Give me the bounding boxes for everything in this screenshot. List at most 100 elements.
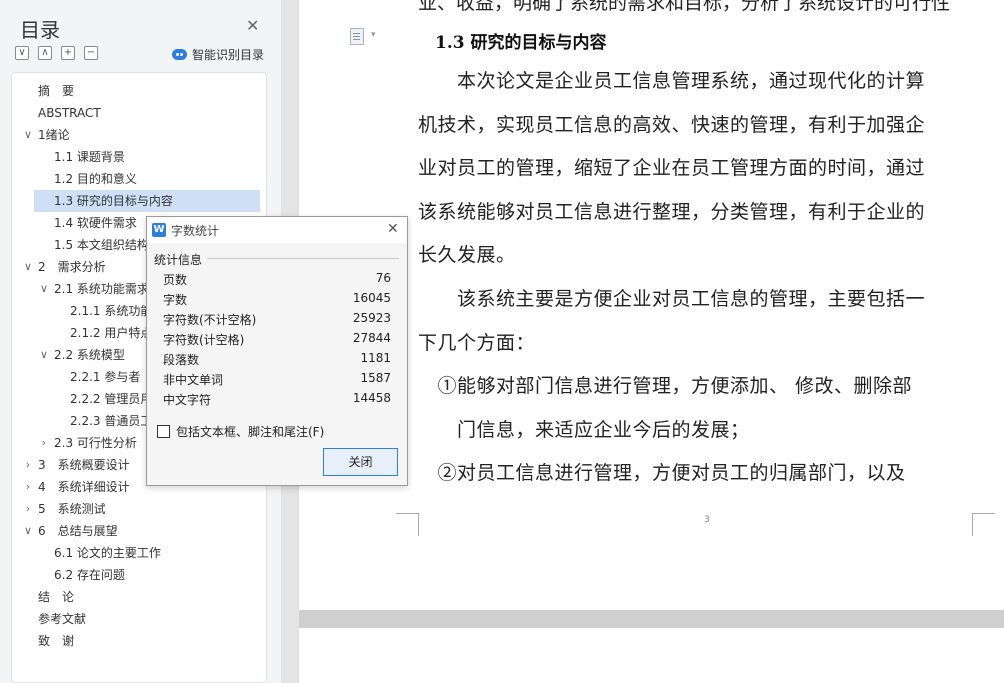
toc-item[interactable]: 致 谢	[12, 630, 266, 652]
stat-row: 中文字符 14458	[163, 391, 391, 411]
toc-item[interactable]: › 5 系统测试	[12, 498, 266, 520]
toc-item-label: 2.1.2 用户特点	[70, 326, 153, 340]
sidebar-title: 目录	[20, 18, 60, 42]
toc-item-label: 2.2.1 参与者	[70, 370, 141, 384]
toc-item[interactable]: 1.3 研究的目标与内容	[12, 190, 266, 212]
toc-item-label: 6.1 论文的主要工作	[54, 546, 161, 560]
smart-recognize-label: 智能识别目录	[192, 48, 265, 62]
cut-off-text-line: 业、收益，明确了系统的需求和目标，分析了系统设计的可行性	[418, 0, 951, 14]
body-line: 下几个方面：	[418, 332, 536, 354]
stat-label: 字符数(不计空格)	[163, 313, 257, 327]
expand-all-icon[interactable]: ∧	[38, 46, 52, 60]
stat-label: 字符数(计空格)	[163, 333, 245, 347]
remove-heading-icon[interactable]: −	[84, 46, 98, 60]
toc-item-label: 1.4 软硬件需求	[54, 216, 137, 230]
add-heading-icon[interactable]: +	[61, 46, 75, 60]
body-line: ①能够对部门信息进行管理，方便添加、 修改、删除部	[418, 375, 913, 397]
stat-value: 27844	[352, 331, 391, 345]
toc-item-label: 2.2 系统模型	[54, 348, 125, 362]
toc-item[interactable]: 摘 要	[12, 80, 266, 102]
toc-item-label: 1绪论	[38, 128, 70, 142]
collapse-all-icon[interactable]: ∨	[15, 46, 29, 60]
toc-item-label: 1.2 目的和意义	[54, 172, 137, 186]
stats-section-label: 统计信息	[154, 253, 203, 267]
toc-item-label: 2.2.3 普通员工	[70, 414, 153, 428]
paragraph-style-icon[interactable]	[350, 28, 364, 45]
body-line: 门信息，来适应企业今后的发展；	[418, 419, 750, 441]
toc-item-label: 参考文献	[38, 612, 87, 626]
stat-value: 25923	[352, 311, 391, 325]
stat-value: 16045	[352, 291, 391, 305]
dialog-title: 字数统计	[171, 224, 220, 238]
chevron-down-icon[interactable]: ∨	[22, 520, 34, 542]
page-gap	[299, 610, 1004, 628]
toc-item-label: 2.1 系统功能需求	[54, 282, 149, 296]
body-line: 长久发展。	[418, 244, 516, 266]
smart-robot-icon	[172, 49, 187, 60]
stat-value: 1587	[360, 371, 391, 385]
body-line: ②对员工信息进行管理，方便对员工的归属部门，以及	[418, 462, 906, 484]
smart-recognize-toc-button[interactable]: 智能识别目录	[172, 46, 264, 63]
chevron-down-icon[interactable]: ▾	[371, 30, 376, 40]
word-count-dialog: W 字数统计 ✕ 统计信息 页数 76 字数 16045 字符数(不计空格) 25923 字…	[146, 216, 408, 486]
toc-item-label: 6.2 存在问题	[54, 568, 125, 582]
toc-item-label: ABSTRACT	[38, 106, 101, 120]
stat-label: 段落数	[163, 353, 200, 367]
toc-item-label: 4 系统详细设计	[38, 480, 130, 494]
chevron-right-icon[interactable]: ›	[22, 476, 34, 498]
sidebar-close-icon[interactable]: ✕	[246, 16, 259, 35]
wps-app-icon: W	[152, 223, 166, 237]
toc-item[interactable]: 6.1 论文的主要工作	[12, 542, 266, 564]
toc-item[interactable]: ABSTRACT	[12, 102, 266, 124]
checkbox-box[interactable]	[157, 425, 170, 438]
stat-row: 字符数(不计空格) 25923	[163, 311, 391, 331]
body-line: 该系统能够对员工信息进行整理，分类管理，有利于企业的	[418, 201, 926, 223]
toc-item-label: 2.3 可行性分析	[54, 436, 137, 450]
toc-item[interactable]: ∨ 6 总结与展望	[12, 520, 266, 542]
toc-item[interactable]: 结 论	[12, 586, 266, 608]
include-textbox-footnotes-checkbox[interactable]: 包括文本框、脚注和尾注(F)	[157, 423, 324, 440]
stat-row: 页数 76	[163, 271, 391, 291]
stat-value: 76	[375, 271, 391, 285]
close-button[interactable]: 关闭	[323, 448, 398, 476]
sidebar-toolbar: ∨ ∧ + −	[15, 46, 98, 60]
dialog-close-icon[interactable]: ✕	[387, 221, 399, 237]
crop-mark-left	[396, 513, 419, 536]
toc-item-label: 结 论	[38, 590, 75, 604]
toc-item[interactable]: 1.1 课题背景	[12, 146, 266, 168]
chevron-right-icon[interactable]: ›	[22, 498, 34, 520]
next-page[interactable]	[299, 628, 1004, 683]
chevron-right-icon[interactable]: ›	[22, 454, 34, 476]
toc-item-label: 1.5 本文组织结构	[54, 238, 149, 252]
chevron-down-icon[interactable]: ∨	[38, 344, 50, 366]
toc-item[interactable]: 1.2 目的和意义	[12, 168, 266, 190]
stat-row: 段落数 1181	[163, 351, 391, 371]
chevron-down-icon[interactable]: ∨	[22, 124, 34, 146]
dialog-titlebar[interactable]: W 字数统计 ✕	[147, 217, 407, 243]
stat-label: 字数	[163, 293, 188, 307]
chevron-right-icon[interactable]: ›	[38, 432, 50, 454]
toc-item-label: 3 系统概要设计	[38, 458, 130, 472]
body-line: 机技术，实现员工信息的高效、快速的管理，有利于加强企	[418, 114, 926, 136]
stat-row: 字符数(计空格) 27844	[163, 331, 391, 351]
page-number: 3	[704, 515, 710, 525]
chevron-down-icon[interactable]: ∨	[38, 278, 50, 300]
stat-value: 14458	[352, 391, 391, 405]
stat-row: 非中文单词 1587	[163, 371, 391, 391]
chevron-down-icon[interactable]: ∨	[22, 256, 34, 278]
toc-item-label: 1.1 课题背景	[54, 150, 125, 164]
toc-item[interactable]: 6.2 存在问题	[12, 564, 266, 586]
crop-mark-right	[972, 513, 995, 536]
toc-item-label: 2.2.2 管理员用	[70, 392, 153, 406]
body-line: 该系统主要是方便企业对员工信息的管理，主要包括一	[418, 288, 926, 310]
stat-label: 非中文单词	[163, 373, 224, 387]
toc-item[interactable]: 参考文献	[12, 608, 266, 630]
toc-item-label: 6 总结与展望	[38, 524, 118, 538]
toc-item[interactable]: ∨ 1绪论	[12, 124, 266, 146]
toc-item-label: 致 谢	[38, 634, 75, 648]
toc-item-label: 2.1.1 系统功能	[70, 304, 153, 318]
toc-item-label: 1.3 研究的目标与内容	[54, 194, 173, 208]
section-divider	[207, 258, 399, 259]
toc-item-label: 5 系统测试	[38, 502, 106, 516]
stat-label: 页数	[163, 273, 188, 287]
